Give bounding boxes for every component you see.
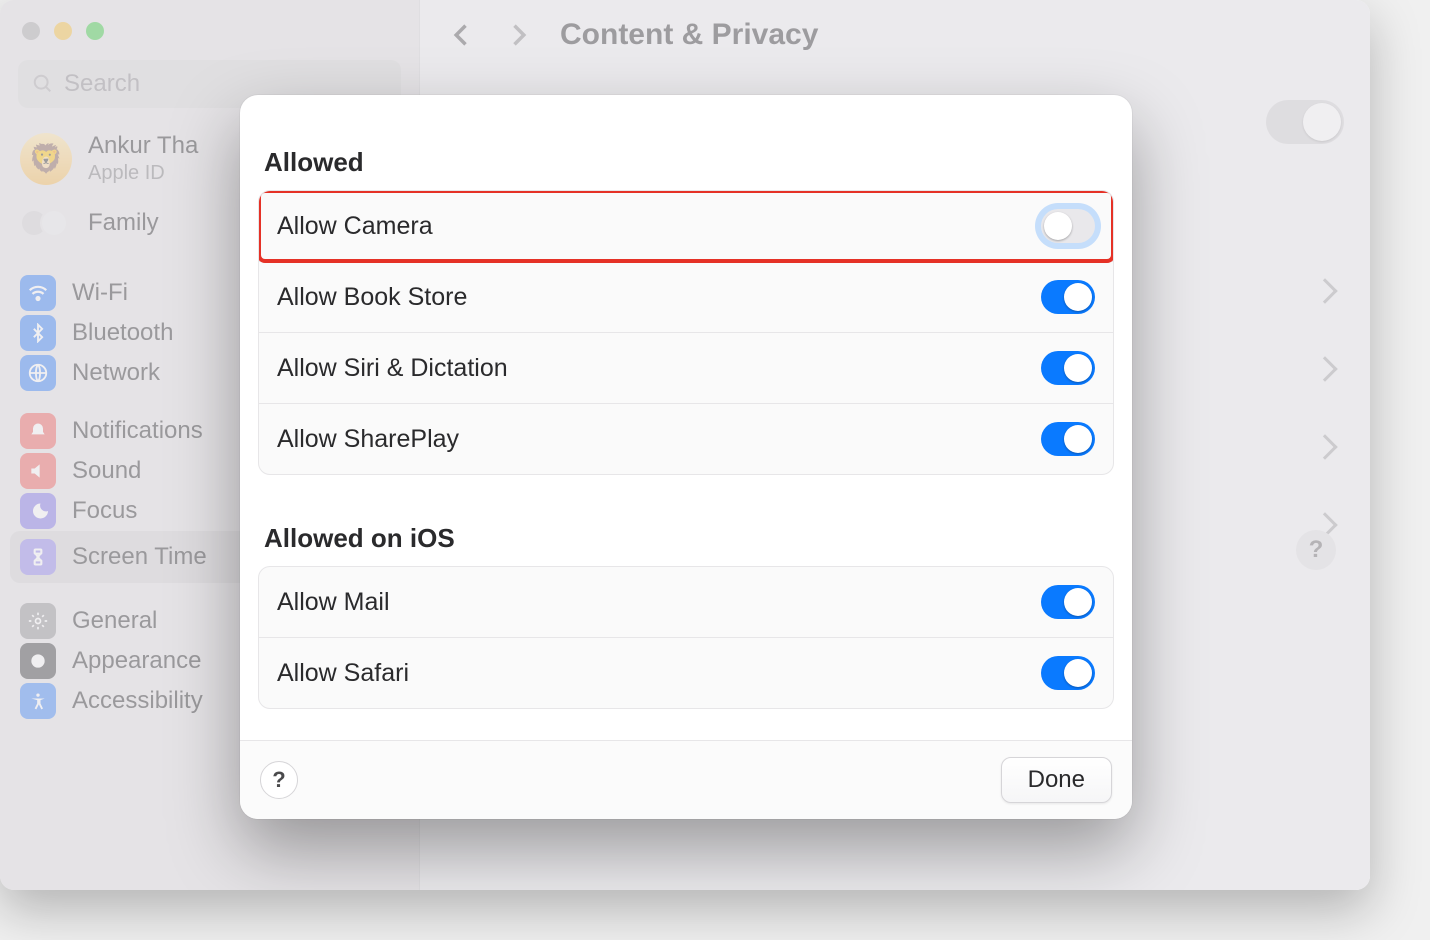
- done-label: Done: [1028, 766, 1085, 793]
- row-allow-book-store: Allow Book Store: [259, 261, 1113, 332]
- row-label: Allow SharePlay: [277, 425, 459, 454]
- section-allowed-heading: Allowed: [264, 147, 1114, 178]
- row-label: Allow Book Store: [277, 283, 467, 312]
- done-button[interactable]: Done: [1001, 757, 1112, 803]
- row-allow-shareplay: Allow SharePlay: [259, 403, 1113, 474]
- toggle-allow-camera[interactable]: [1041, 209, 1095, 243]
- row-allow-camera: Allow Camera: [259, 191, 1113, 261]
- allowed-apps-modal: Allowed Allow Camera Allow Book Store Al…: [240, 95, 1132, 819]
- row-label: Allow Mail: [277, 588, 390, 617]
- help-label: ?: [272, 767, 285, 793]
- toggle-allow-shareplay[interactable]: [1041, 422, 1095, 456]
- toggle-allow-book-store[interactable]: [1041, 280, 1095, 314]
- section-allowed-ios-heading: Allowed on iOS: [264, 523, 1114, 554]
- help-button[interactable]: ?: [260, 761, 298, 799]
- allowed-list: Allow Camera Allow Book Store Allow Siri…: [258, 190, 1114, 475]
- toggle-allow-mail[interactable]: [1041, 585, 1095, 619]
- modal-footer: ? Done: [240, 740, 1132, 819]
- row-allow-siri: Allow Siri & Dictation: [259, 332, 1113, 403]
- row-allow-mail: Allow Mail: [259, 567, 1113, 637]
- settings-window: Search 🦁 Ankur Tha Apple ID Family Wi-Fi: [0, 0, 1370, 890]
- row-label: Allow Safari: [277, 659, 409, 688]
- toggle-allow-siri[interactable]: [1041, 351, 1095, 385]
- row-label: Allow Siri & Dictation: [277, 354, 508, 383]
- row-allow-safari: Allow Safari: [259, 637, 1113, 708]
- toggle-allow-safari[interactable]: [1041, 656, 1095, 690]
- allowed-ios-list: Allow Mail Allow Safari: [258, 566, 1114, 709]
- row-label: Allow Camera: [277, 212, 433, 241]
